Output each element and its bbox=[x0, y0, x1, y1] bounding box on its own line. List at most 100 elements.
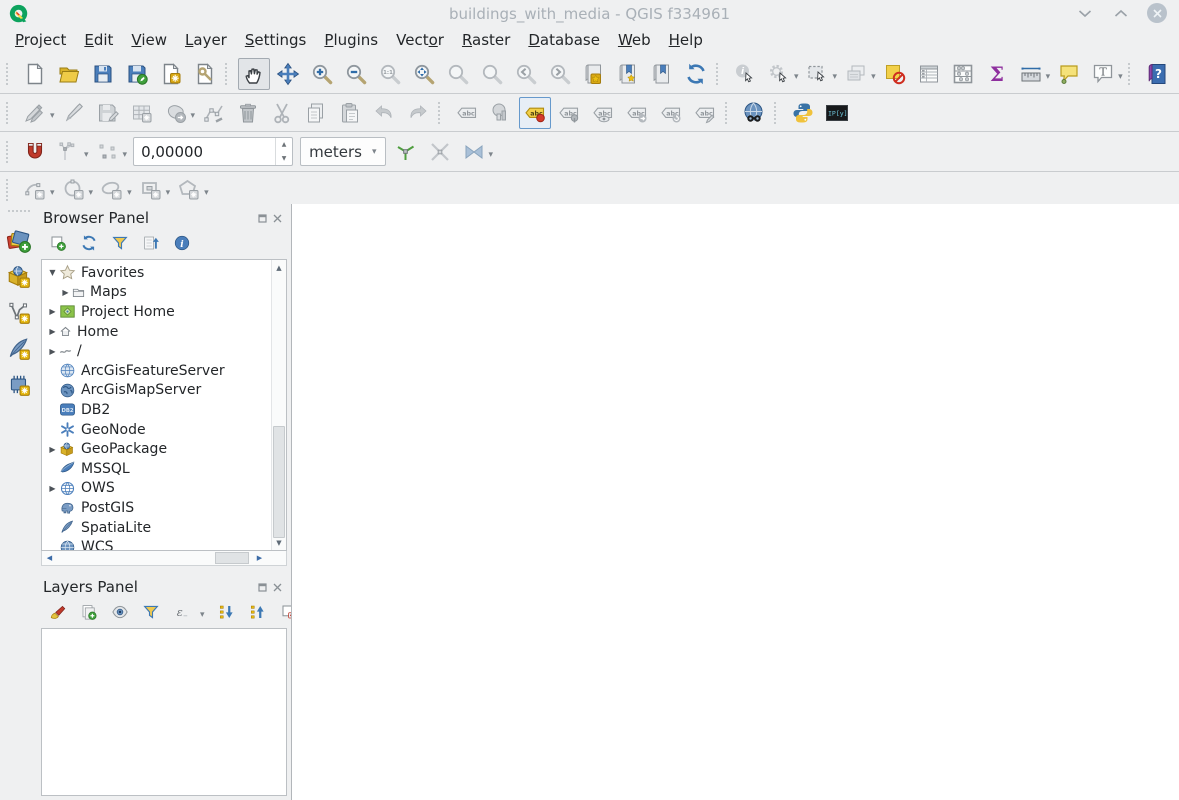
metasearch-button[interactable] bbox=[738, 97, 770, 129]
deselect-all-features-button[interactable] bbox=[879, 58, 911, 90]
measure-line-dropdown-icon[interactable]: ▾ bbox=[1046, 72, 1051, 82]
menu-database[interactable]: Database bbox=[519, 30, 609, 50]
manage-map-themes-button[interactable] bbox=[109, 601, 131, 623]
zoom-full-button[interactable] bbox=[408, 58, 440, 90]
snapping-mode-dropdown-icon[interactable]: ▾ bbox=[84, 150, 89, 160]
layer-labeling-options-button[interactable]: abc bbox=[519, 97, 551, 129]
enable-snapping-button[interactable] bbox=[19, 136, 51, 168]
select-features-dropdown-icon[interactable]: ▾ bbox=[833, 72, 838, 82]
new-project-button[interactable] bbox=[19, 58, 51, 90]
menu-edit[interactable]: Edit bbox=[75, 30, 122, 50]
tree-item-geonode[interactable]: GeoNode bbox=[42, 420, 286, 440]
tree-item-postgis[interactable]: PostGIS bbox=[42, 498, 286, 518]
float-panel-icon[interactable] bbox=[258, 583, 267, 592]
zoom-in-button[interactable] bbox=[306, 58, 338, 90]
minimize-button[interactable] bbox=[1075, 3, 1095, 23]
new-shapefile-layer-button[interactable] bbox=[2, 296, 36, 330]
show-statistical-summary-button[interactable]: Σ bbox=[981, 58, 1013, 90]
close-panel-icon[interactable] bbox=[273, 583, 282, 592]
text-annotation-dropdown-icon[interactable]: ▾ bbox=[1118, 72, 1123, 82]
layers-list[interactable] bbox=[41, 628, 287, 796]
open-field-calculator-button[interactable] bbox=[947, 58, 979, 90]
expander-closed-icon[interactable]: ▶ bbox=[46, 307, 59, 316]
measure-line-button[interactable] bbox=[1015, 58, 1047, 90]
tree-item-mssql[interactable]: MSSQL bbox=[42, 459, 286, 479]
menu-raster[interactable]: Raster bbox=[453, 30, 519, 50]
show-layout-manager-button[interactable] bbox=[189, 58, 221, 90]
filter-legend-by-expression-button[interactable]: ε bbox=[171, 601, 193, 623]
refresh-map-button[interactable] bbox=[680, 58, 712, 90]
menu-project[interactable]: Project bbox=[6, 30, 75, 50]
menu-plugins[interactable]: Plugins bbox=[315, 30, 387, 50]
snapping-mode-button[interactable] bbox=[53, 136, 85, 168]
expander-closed-icon[interactable]: ▶ bbox=[46, 445, 59, 454]
new-spatialite-layer-button[interactable] bbox=[2, 332, 36, 366]
new-print-layout-button[interactable] bbox=[155, 58, 187, 90]
vertical-scroll-thumb[interactable] bbox=[273, 426, 285, 538]
menu-layer[interactable]: Layer bbox=[176, 30, 236, 50]
float-panel-icon[interactable] bbox=[258, 214, 267, 223]
ipython-console-button[interactable]: IP[y]: bbox=[821, 97, 853, 129]
tree-item-arcgismapserver[interactable]: ArcGisMapServer bbox=[42, 381, 286, 401]
tree-item-geopackage[interactable]: ▶GeoPackage bbox=[42, 439, 286, 459]
filter-legend-by-expression-dropdown-icon[interactable]: ▾ bbox=[200, 610, 205, 620]
save-project-as-button[interactable] bbox=[121, 58, 153, 90]
snapping-type-dropdown-icon[interactable]: ▾ bbox=[123, 150, 128, 160]
tree-item-favorites[interactable]: ▼Favorites bbox=[42, 263, 286, 283]
expander-closed-icon[interactable]: ▶ bbox=[46, 347, 59, 356]
save-project-button[interactable] bbox=[87, 58, 119, 90]
expander-closed-icon[interactable]: ▶ bbox=[46, 327, 59, 336]
zoom-out-button[interactable] bbox=[340, 58, 372, 90]
collapse-all-browser-button[interactable] bbox=[140, 232, 162, 254]
close-button[interactable] bbox=[1147, 3, 1167, 23]
filter-legend-button[interactable] bbox=[140, 601, 162, 623]
map-canvas[interactable] bbox=[291, 204, 1179, 800]
refresh-browser-button[interactable] bbox=[78, 232, 100, 254]
menu-view[interactable]: View bbox=[122, 30, 176, 50]
open-project-button[interactable] bbox=[53, 58, 85, 90]
new-geopackage-layer-button[interactable] bbox=[2, 260, 36, 294]
close-panel-icon[interactable] bbox=[273, 214, 282, 223]
select-features-button[interactable] bbox=[802, 58, 834, 90]
help-button[interactable]: ? bbox=[1141, 58, 1173, 90]
tree-item-[interactable]: ▶/ bbox=[42, 341, 286, 361]
open-layer-styling-dock-button[interactable] bbox=[47, 601, 69, 623]
enable-properties-widget-button[interactable]: i bbox=[171, 232, 193, 254]
snapping-tolerance-input[interactable] bbox=[134, 138, 275, 165]
python-console-button[interactable] bbox=[787, 97, 819, 129]
add-group-button[interactable] bbox=[78, 601, 100, 623]
tree-item-maps[interactable]: ▶Maps bbox=[42, 283, 286, 303]
snapping-units[interactable]: meters▾ bbox=[300, 137, 385, 166]
tree-item-wcs[interactable]: WCS bbox=[42, 537, 286, 551]
menu-help[interactable]: Help bbox=[660, 30, 712, 50]
tree-item-home[interactable]: ▶Home bbox=[42, 322, 286, 342]
menu-web[interactable]: Web bbox=[609, 30, 660, 50]
horizontal-scroll-thumb[interactable] bbox=[215, 552, 249, 564]
pan-map-button[interactable] bbox=[238, 58, 270, 90]
panel-splitter[interactable] bbox=[37, 566, 291, 573]
expander-open-icon[interactable]: ▼ bbox=[46, 268, 59, 277]
tree-item-ows[interactable]: ▶OWS bbox=[42, 479, 286, 499]
topological-editing-button[interactable] bbox=[390, 136, 422, 168]
tree-item-arcgisfeatureserver[interactable]: ArcGisFeatureServer bbox=[42, 361, 286, 381]
snapping-type-button[interactable] bbox=[92, 136, 124, 168]
tree-item-db2[interactable]: DB2DB2 bbox=[42, 400, 286, 420]
menu-settings[interactable]: Settings bbox=[236, 30, 316, 50]
browser-vertical-scrollbar[interactable]: ▲ ▼ bbox=[271, 260, 286, 550]
menu-vector[interactable]: Vector bbox=[387, 30, 453, 50]
text-annotation-button[interactable]: T bbox=[1087, 58, 1119, 90]
spin-down-icon[interactable]: ▼ bbox=[276, 152, 292, 166]
tree-item-project-home[interactable]: ▶Project Home bbox=[42, 302, 286, 322]
expander-closed-icon[interactable]: ▶ bbox=[59, 288, 72, 297]
browser-horizontal-scrollbar[interactable]: ◀ ▶ bbox=[41, 551, 287, 566]
open-attribute-table-button[interactable] bbox=[913, 58, 945, 90]
spin-up-icon[interactable]: ▲ bbox=[276, 138, 292, 152]
pan-to-selection-button[interactable] bbox=[272, 58, 304, 90]
scroll-left-icon[interactable]: ◀ bbox=[43, 551, 56, 565]
open-data-source-manager-button[interactable] bbox=[2, 224, 36, 258]
expander-closed-icon[interactable]: ▶ bbox=[46, 484, 59, 493]
scroll-up-icon[interactable]: ▲ bbox=[272, 261, 286, 274]
maximize-button[interactable] bbox=[1111, 3, 1131, 23]
show-spatial-bookmarks-button[interactable] bbox=[612, 58, 644, 90]
map-tips-button[interactable] bbox=[1053, 58, 1085, 90]
